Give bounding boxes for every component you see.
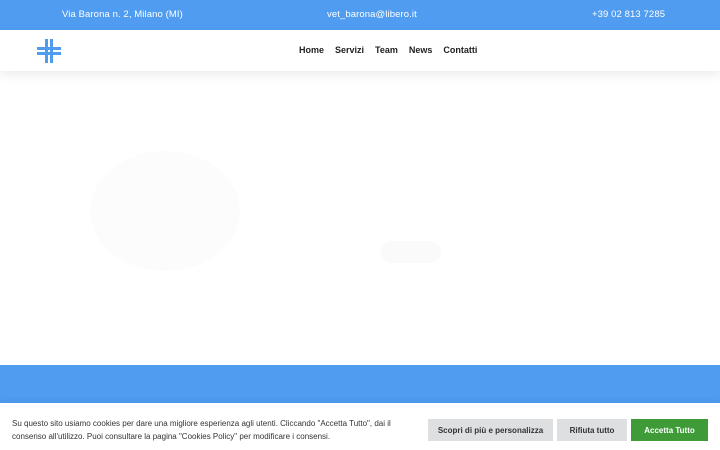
cookie-banner-text: Su questo sito usiamo cookies per dare u… (12, 419, 391, 441)
cookie-settings-button[interactable]: Scopri di più e personalizza (428, 419, 553, 441)
hero-section (0, 71, 720, 365)
nav-item-servizi[interactable]: Servizi (335, 45, 364, 55)
email-link[interactable]: vet_barona@libero.it (327, 9, 417, 20)
medical-cross-icon[interactable] (37, 39, 61, 63)
address-text: Via Barona n. 2, Milano (MI) (62, 9, 183, 20)
hero-faded-illustration (90, 151, 240, 271)
nav-item-news[interactable]: News (409, 45, 433, 55)
main-menu: Home Servizi Team News Contatti (299, 45, 488, 55)
hero-faded-button (381, 241, 441, 263)
cookie-banner: Su questo sito usiamo cookies per dare u… (0, 403, 720, 450)
cookie-accept-button[interactable]: Accetta Tutto (631, 419, 708, 441)
phone-link[interactable]: +39 02 813 7285 (592, 9, 665, 20)
top-info-bar: Via Barona n. 2, Milano (MI) vet_barona@… (0, 0, 720, 30)
main-navbar: Home Servizi Team News Contatti (0, 30, 720, 71)
nav-item-contatti[interactable]: Contatti (443, 45, 477, 55)
nav-item-home[interactable]: Home (299, 45, 324, 55)
nav-item-team[interactable]: Team (375, 45, 398, 55)
cookie-reject-button[interactable]: Rifiuta tutto (557, 419, 627, 441)
